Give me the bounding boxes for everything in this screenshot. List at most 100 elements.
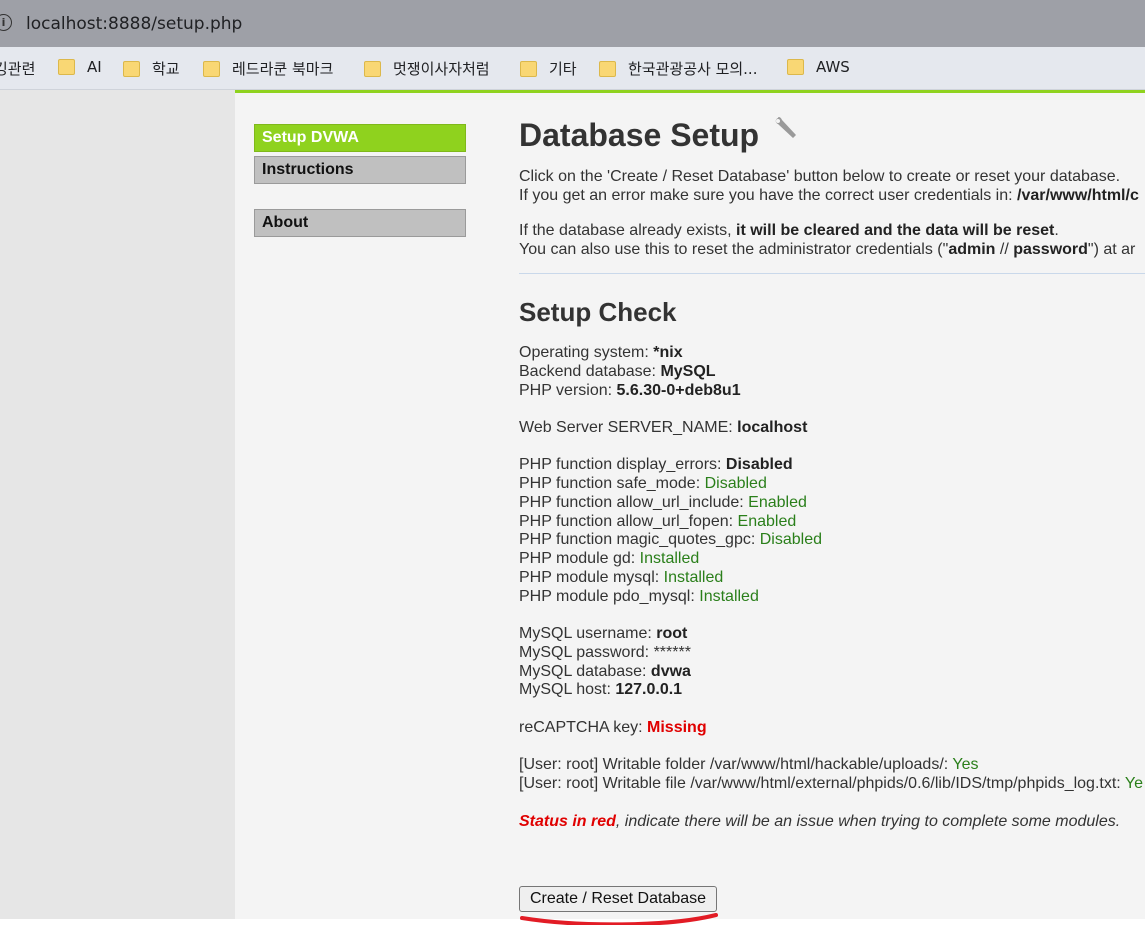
check-label: PHP function allow_url_include: — [519, 494, 749, 511]
wrench-icon — [775, 116, 796, 138]
address-bar[interactable]: i localhost:8888/setup.php — [0, 0, 1145, 47]
intro-line-1: Click on the 'Create / Reset Database' b… — [519, 168, 1121, 185]
check-module-gd: PHP module gd: Installed — [519, 549, 699, 568]
check-value: *nix — [653, 344, 683, 361]
intro-line-4-text: You can also use this to reset the admin… — [519, 241, 949, 258]
status-note-text: , indicate there will be an issue when t… — [615, 813, 1121, 830]
check-label: MySQL username: — [519, 625, 657, 642]
bookmark-label: 멋쟁이사자처럼 — [393, 60, 490, 78]
bookmark-item[interactable]: 멋쟁이사자처럼 — [364, 58, 490, 78]
check-value: Missing — [647, 719, 707, 736]
intro-line-2: If you get an error make sure you have t… — [519, 186, 1139, 205]
admin-user: admin — [948, 241, 996, 258]
folder-icon — [58, 59, 75, 75]
check-mysql-database: MySQL database: dvwa — [519, 662, 691, 681]
intro-line-3-text: If the database already exists, — [519, 222, 737, 239]
check-label: PHP function allow_url_fopen: — [519, 513, 738, 530]
check-label: MySQL host: — [519, 681, 616, 698]
check-label: reCAPTCHA key: — [519, 719, 648, 736]
bookmark-label: 깅관련 — [0, 60, 36, 78]
bookmarks-bar: 깅관련 AI 학교 레드라쿤 북마크 멋쟁이사자처럼 기타 한국관광공사 모의.… — [0, 47, 1145, 90]
check-value: Installed — [663, 569, 724, 586]
check-safe-mode: PHP function safe_mode: Disabled — [519, 474, 767, 493]
check-label: PHP function magic_quotes_gpc: — [519, 531, 760, 548]
check-value: root — [656, 625, 688, 642]
check-os: Operating system: *nix — [519, 343, 683, 362]
check-db: Backend database: MySQL — [519, 362, 716, 381]
check-writable-folder: [User: root] Writable folder /var/www/ht… — [519, 755, 978, 774]
check-label: Operating system: — [519, 344, 654, 361]
red-underline-annotation — [520, 913, 718, 925]
check-value: Ye — [1124, 775, 1143, 792]
check-display-errors: PHP function display_errors: Disabled — [519, 455, 793, 474]
divider — [519, 273, 1145, 274]
check-server: Web Server SERVER_NAME: localhost — [519, 418, 807, 437]
check-recaptcha: reCAPTCHA key: Missing — [519, 718, 707, 737]
menu-instructions[interactable]: Instructions — [254, 156, 466, 184]
status-red-label: Status in red — [519, 813, 616, 830]
warning-text: it will be cleared and the data will be … — [736, 222, 1055, 239]
intro-line-3: If the database already exists, it will … — [519, 221, 1059, 240]
intro-line-3-end: . — [1054, 222, 1059, 239]
check-module-mysql: PHP module mysql: Installed — [519, 568, 723, 587]
check-writable-file: [User: root] Writable file /var/www/html… — [519, 774, 1143, 793]
bookmark-item[interactable]: 레드라쿤 북마크 — [203, 58, 333, 78]
check-mysql-username: MySQL username: root — [519, 624, 687, 643]
check-value: Enabled — [737, 513, 797, 530]
bookmark-label: 한국관광공사 모의... — [628, 60, 758, 78]
check-value: Installed — [639, 550, 700, 567]
check-value: Yes — [952, 756, 979, 773]
check-value: Disabled — [759, 531, 823, 548]
bookmark-item[interactable]: 기타 — [520, 58, 577, 78]
url-text[interactable]: localhost:8888/setup.php — [26, 14, 242, 34]
intro-line-4-end: ") at ar — [1087, 241, 1136, 258]
left-margin — [0, 90, 235, 919]
check-magic-quotes: PHP function magic_quotes_gpc: Disabled — [519, 530, 822, 549]
check-label: PHP module mysql: — [519, 569, 664, 586]
bookmark-label: 학교 — [152, 60, 180, 78]
check-mysql-host: MySQL host: 127.0.0.1 — [519, 680, 682, 699]
bookmark-item[interactable]: AI — [58, 58, 102, 78]
check-label: PHP function display_errors: — [519, 456, 726, 473]
menu-setup-dvwa[interactable]: Setup DVWA — [254, 124, 466, 152]
check-value: dvwa — [650, 663, 691, 680]
admin-password: password — [1013, 241, 1088, 258]
check-value: MySQL — [660, 363, 716, 380]
check-label: MySQL database: — [519, 663, 651, 680]
menu-about[interactable]: About — [254, 209, 466, 237]
check-label: Web Server SERVER_NAME: — [519, 419, 738, 436]
check-label: Backend database: — [519, 363, 661, 380]
bookmark-item[interactable]: AWS — [787, 58, 850, 78]
check-label: [User: root] Writable folder /var/www/ht… — [519, 756, 953, 773]
config-path: /var/www/html/c — [1017, 187, 1139, 204]
page-title: Database Setup — [519, 114, 800, 154]
bookmark-item[interactable]: 깅관련 — [0, 58, 35, 78]
check-value: Disabled — [704, 475, 767, 492]
check-allow-url-include: PHP function allow_url_include: Enabled — [519, 493, 807, 512]
folder-icon — [123, 61, 140, 77]
check-value: 5.6.30-0+deb8u1 — [616, 382, 741, 399]
check-php: PHP version: 5.6.30-0+deb8u1 — [519, 381, 741, 400]
bookmark-label: 레드라쿤 북마크 — [232, 60, 334, 78]
folder-icon — [364, 61, 381, 77]
check-value: localhost — [737, 419, 808, 436]
info-icon[interactable]: i — [0, 14, 12, 31]
check-label: PHP function safe_mode: — [519, 475, 705, 492]
check-value: ****** — [653, 644, 691, 661]
folder-icon — [599, 61, 616, 77]
bookmark-item[interactable]: 한국관광공사 모의... — [599, 58, 757, 78]
intro-line-4: You can also use this to reset the admin… — [519, 240, 1135, 259]
check-allow-url-fopen: PHP function allow_url_fopen: Enabled — [519, 512, 796, 531]
check-label: PHP module pdo_mysql: — [519, 588, 700, 605]
check-value: Enabled — [748, 494, 807, 511]
check-label: PHP version: — [519, 382, 617, 399]
check-value: Disabled — [725, 456, 793, 473]
status-note: Status in red, indicate there will be an… — [519, 812, 1120, 831]
intro-line-2-text: If you get an error make sure you have t… — [519, 187, 1018, 204]
check-label: [User: root] Writable file /var/www/html… — [519, 775, 1125, 792]
bookmark-item[interactable]: 학교 — [123, 58, 180, 78]
check-mysql-password: MySQL password: ****** — [519, 643, 691, 662]
check-label: PHP module gd: — [519, 550, 640, 567]
folder-icon — [520, 61, 537, 77]
check-module-pdo-mysql: PHP module pdo_mysql: Installed — [519, 587, 759, 606]
